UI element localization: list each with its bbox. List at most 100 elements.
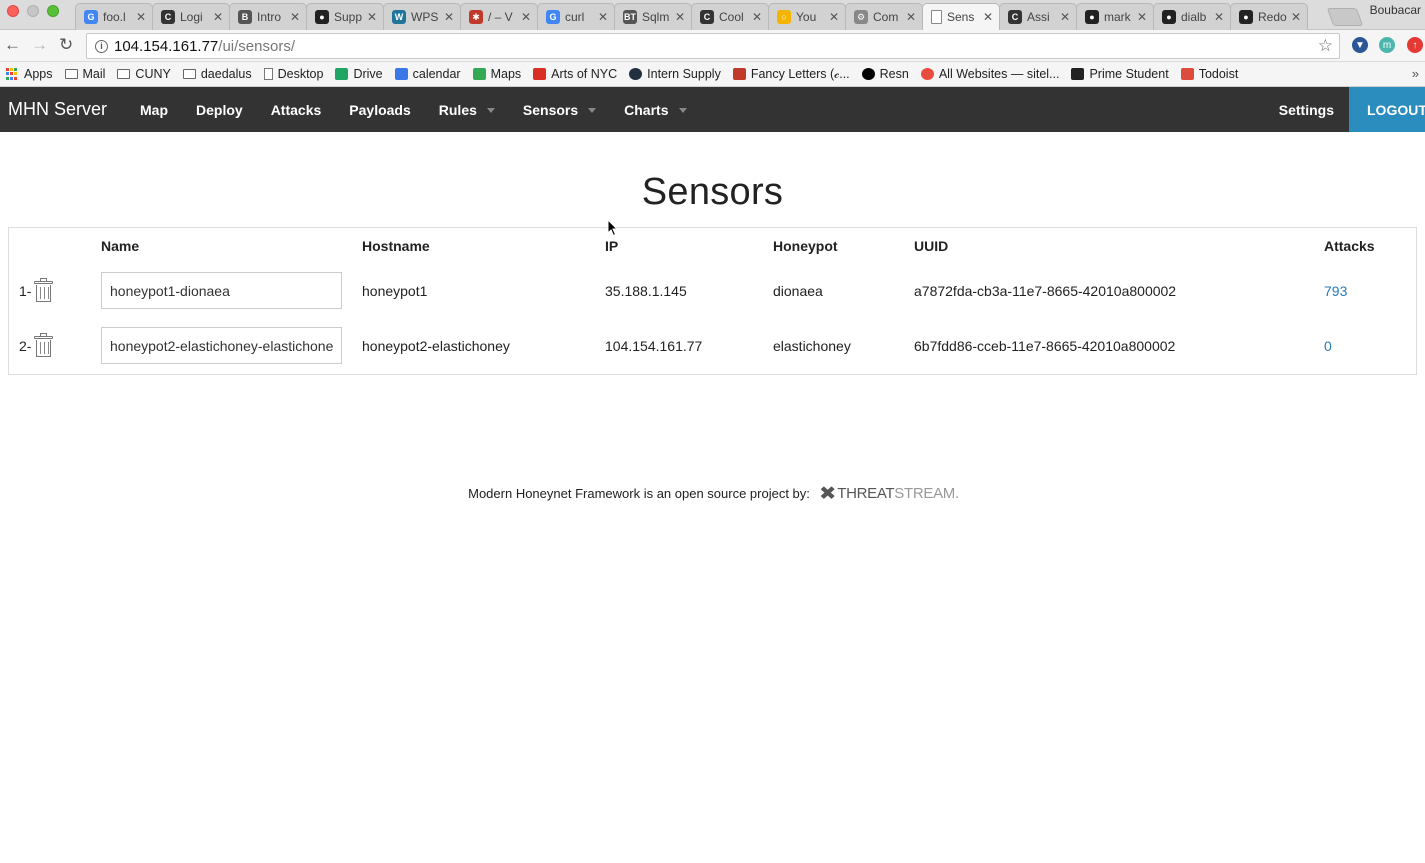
trash-icon[interactable] [34,277,54,302]
info-icon[interactable]: i [95,39,108,53]
sensors-table: Name Hostname IP Honeypot UUID Attacks 1… [9,228,1416,373]
tab-title: Cool [719,10,744,24]
browser-tab[interactable]: ● mark ✕ [1076,3,1154,30]
bookmark-item[interactable]: Maps [472,67,522,81]
close-window-button[interactable] [7,5,19,17]
close-tab-icon[interactable]: ✕ [521,10,531,24]
more-bookmarks-icon[interactable]: » [1412,66,1419,81]
threatstream-logo[interactable]: ✖ THREAT STREAM. [819,481,959,506]
close-tab-icon[interactable]: ✕ [1291,10,1301,24]
extension-vpn-icon[interactable]: ▼ [1352,37,1368,53]
cell-attacks: 793 [1324,263,1416,318]
nav-item-rules[interactable]: Rules [425,102,509,118]
close-tab-icon[interactable]: ✕ [444,10,454,24]
bookmark-item[interactable]: Prime Student [1071,67,1169,81]
logout-button[interactable]: LOGOUT [1349,87,1425,132]
browser-tab[interactable]: C Logi ✕ [152,3,230,30]
extension-m-icon[interactable]: m [1379,37,1395,53]
sensor-name-input[interactable] [101,272,342,309]
bookmark-item[interactable]: calendar [394,67,461,81]
close-tab-icon[interactable]: ✕ [829,10,839,24]
bookmark-item[interactable]: Resn [861,67,909,81]
nav-item-payloads[interactable]: Payloads [335,102,424,118]
close-tab-icon[interactable]: ✕ [983,10,993,24]
bookmark-item[interactable]: Arts of NYC [533,67,617,81]
extension-upload-icon[interactable]: ↑ [1407,37,1423,53]
settings-link[interactable]: Settings [1264,102,1349,118]
trash-icon[interactable] [34,332,54,357]
bookmark-item[interactable]: daedalus [182,67,252,81]
codecademy-icon: C [161,10,175,24]
browser-tab[interactable]: W WPS ✕ [383,3,461,30]
cell-honeypot: dionaea [773,282,823,299]
reload-icon[interactable]: ↻ [59,36,73,54]
bookmark-item[interactable]: Drive [335,67,383,81]
attacks-count-link[interactable]: 0 [1324,338,1332,354]
tab-title: Redo [1258,10,1287,24]
browser-tab[interactable]: B Intro ✕ [229,3,307,30]
close-tab-icon[interactable]: ✕ [675,10,685,24]
bookmark-item[interactable]: CUNY [117,67,171,81]
sensor-name-input[interactable] [101,327,342,364]
close-tab-icon[interactable]: ✕ [752,10,762,24]
browser-tab[interactable]: C Assi ✕ [999,3,1077,30]
cell-name [101,318,362,373]
col-header-hostname: Hostname [362,238,430,254]
cell-index: 2- [9,318,101,373]
browser-tab[interactable]: C Cool ✕ [691,3,769,30]
close-tab-icon[interactable]: ✕ [598,10,608,24]
zoom-window-button[interactable] [47,5,59,17]
bookmark-label: Todoist [1198,67,1239,81]
browser-tab[interactable]: ● Supp ✕ [306,3,384,30]
nav-item-sensors[interactable]: Sensors [509,102,610,118]
table-row: 1- honeypot1 35.188.1.145 dionaea a7872fda-c… [9,263,1416,318]
brand-logo[interactable]: MHN Server [0,99,126,120]
nav-item-map[interactable]: Map [126,102,182,118]
bookmark-label: Maps [490,67,522,81]
browser-tab[interactable]: ● dialb ✕ [1153,3,1231,30]
new-tab-button[interactable] [1326,8,1364,26]
attacks-count-link[interactable]: 793 [1324,283,1347,299]
close-tab-icon[interactable]: ✕ [290,10,300,24]
close-tab-icon[interactable]: ✕ [213,10,223,24]
browser-tab[interactable]: ⚙ Com ✕ [845,3,923,30]
row-index: 1- [19,282,32,299]
tab-title: Sqlm [642,10,670,24]
nav-item-attacks[interactable]: Attacks [257,102,336,118]
close-tab-icon[interactable]: ✕ [367,10,377,24]
bookmark-item[interactable]: Intern Supply [629,67,721,81]
browser-tab[interactable]: ● Redo ✕ [1230,3,1308,30]
sensors-table-container: Name Hostname IP Honeypot UUID Attacks 1… [8,227,1417,375]
browser-tab[interactable]: BT Sqlm ✕ [614,3,692,30]
back-arrow-icon[interactable]: ← [4,36,21,54]
bookmark-item[interactable]: Fancy Letters (𝒸... [732,67,850,82]
bookmark-item[interactable]: Apps [6,67,53,81]
close-tab-icon[interactable]: ✕ [906,10,916,24]
close-tab-icon[interactable]: ✕ [136,10,146,24]
github-icon: ● [315,10,329,24]
bookmark-item[interactable]: All Websites — sitel... [920,67,1060,81]
gmail-icon [533,68,547,80]
close-tab-icon[interactable]: ✕ [1060,10,1070,24]
profile-name[interactable]: Boubacar [1370,3,1421,17]
forward-arrow-icon[interactable]: → [31,36,48,54]
minimize-window-button[interactable] [27,5,39,17]
browser-tab[interactable]: Gcurl ✕ [537,3,615,30]
gear-icon: ⚙ [854,10,868,24]
browser-tab[interactable]: Sens ✕ [922,3,1000,30]
bookmark-star-icon[interactable]: ☆ [1318,36,1333,56]
address-bar[interactable]: i 104.154.161.77/ui/sensors/ ☆ [86,33,1340,59]
browser-tab[interactable]: ✱ / – V ✕ [460,3,538,30]
nav-item-charts[interactable]: Charts [610,102,700,118]
logo-text-stream: STREAM. [894,485,959,502]
close-tab-icon[interactable]: ✕ [1137,10,1147,24]
browser-tab[interactable]: ○ You ✕ [768,3,846,30]
bookmarks-bar: Apps Mail CUNY daedalus Desktop Drive calendar… [0,62,1425,87]
bookmark-item[interactable]: Desktop [263,67,323,81]
browser-tab[interactable]: Gfoo.l ✕ [75,3,153,30]
bookmark-label: All Websites — sitel... [938,67,1060,81]
bookmark-item[interactable]: Todoist [1180,67,1239,81]
nav-item-deploy[interactable]: Deploy [182,102,257,118]
bookmark-item[interactable]: Mail [64,67,105,81]
close-tab-icon[interactable]: ✕ [1214,10,1224,24]
